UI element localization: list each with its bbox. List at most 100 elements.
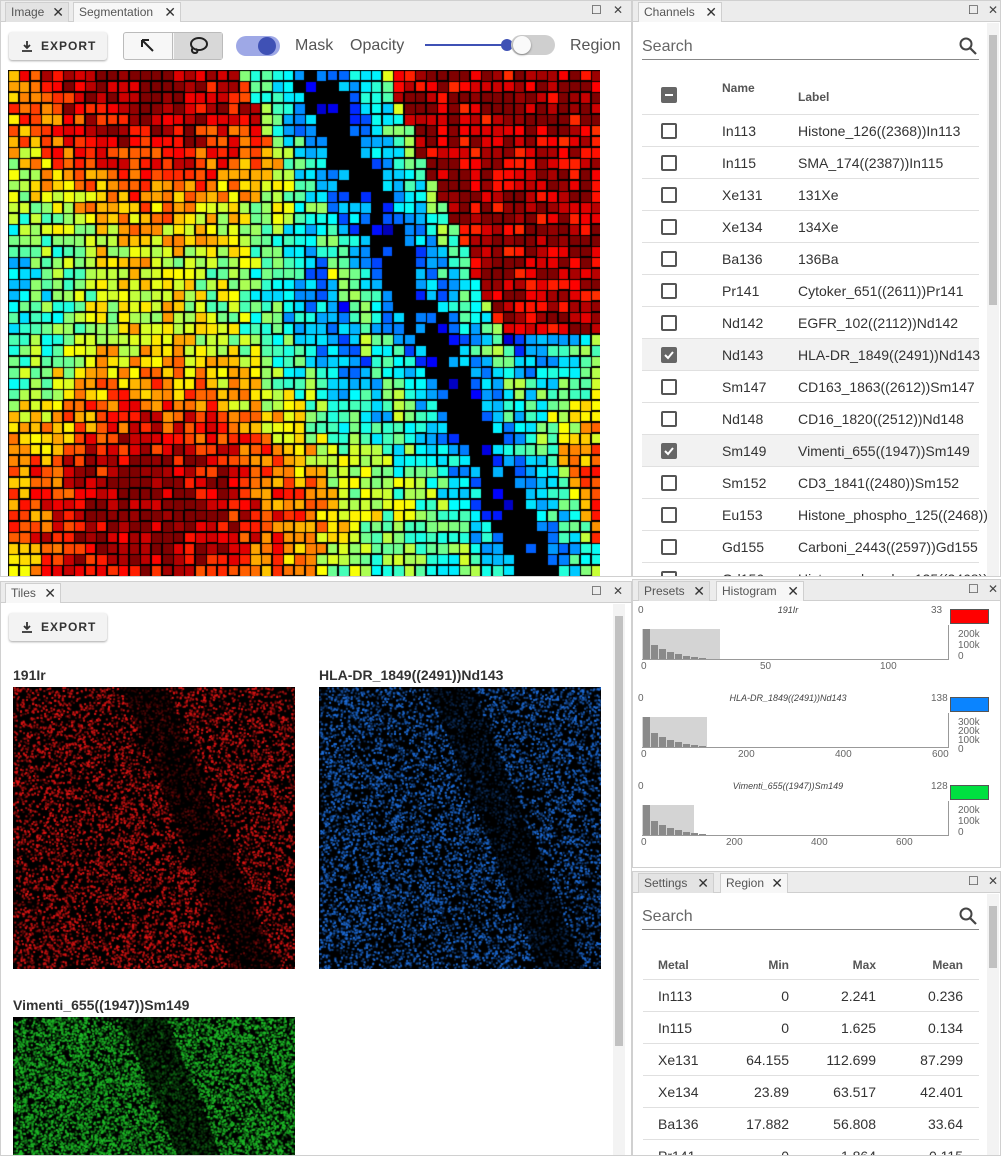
close-icon[interactable]: ✕ [988,3,998,17]
close-icon[interactable]: ✕ [771,874,783,893]
channels-scrollbar[interactable] [987,23,999,576]
histogram-color-swatch[interactable] [950,785,989,800]
close-icon[interactable]: ✕ [613,3,623,17]
histogram-xtick: 600 [896,837,913,848]
channel-checkbox[interactable] [661,315,677,331]
region-toggle[interactable] [511,35,555,55]
tiles-scroll-thumb[interactable] [615,616,623,1046]
channel-name: Sm152 [722,475,767,491]
channel-checkbox[interactable] [661,123,677,139]
tiles-scrollbar[interactable] [613,604,625,1155]
tab-histogram[interactable]: Histogram ✕ [716,581,804,601]
region-row[interactable]: In115 0 1.625 0.134 [643,1012,979,1044]
tile-image-hla-dr[interactable] [319,687,601,969]
channel-row[interactable]: Gd156 Histone_phospho_125((2468)) [642,563,988,576]
tile-image-191ir[interactable] [13,687,295,969]
close-icon[interactable]: ✕ [697,874,709,893]
tab-tiles[interactable]: Tiles ✕ [5,583,61,603]
region-scroll-thumb[interactable] [989,906,997,968]
maximize-icon[interactable]: ☐ [591,3,602,17]
opacity-slider[interactable] [425,39,513,51]
export-button[interactable]: EXPORT [9,32,107,60]
mask-toggle[interactable] [236,36,280,56]
tab-settings[interactable]: Settings ✕ [638,873,714,893]
tab-channels[interactable]: Channels ✕ [638,2,722,22]
channel-row[interactable]: In115 SMA_174((2387))In115 [642,147,979,179]
channel-row[interactable]: Pr141 Cytoker_651((2611))Pr141 [642,275,979,307]
tile-image-vimenti[interactable] [13,1017,295,1155]
channel-checkbox[interactable] [661,155,677,171]
channel-label: CD16_1820((2512))Nd148 [798,411,964,427]
region-row[interactable]: In113 0 2.241 0.236 [643,980,979,1012]
channel-row[interactable]: In113 Histone_126((2368))In113 [642,115,979,147]
histogram-color-swatch[interactable] [950,697,989,712]
maximize-icon[interactable]: ☐ [968,582,979,596]
channel-checkbox[interactable] [661,187,677,203]
select-all-checkbox[interactable] [661,87,677,103]
maximize-icon[interactable]: ☐ [968,3,979,17]
channel-checkbox[interactable] [661,219,677,235]
region-row[interactable]: Ba136 17.882 56.808 33.64 [643,1108,979,1140]
channel-checkbox[interactable] [661,507,677,523]
channels-search-input[interactable]: Search [642,34,979,60]
channel-checkbox[interactable] [661,251,677,267]
close-icon[interactable]: ✕ [787,582,799,601]
close-icon[interactable]: ✕ [164,3,176,22]
col-mean-header[interactable]: Mean [932,958,963,972]
channel-checkbox[interactable] [661,411,677,427]
channel-row[interactable]: Sm152 CD3_1841((2480))Sm152 [642,467,979,499]
histogram-bar [675,654,682,659]
maximize-icon[interactable]: ☐ [968,874,979,888]
tab-segmentation[interactable]: Segmentation ✕ [73,2,181,22]
region-row[interactable]: Pr141 0 1.864 0.115 [643,1140,979,1155]
close-icon[interactable]: ✕ [705,3,717,22]
region-row[interactable]: Xe134 23.89 63.517 42.401 [643,1076,979,1108]
channels-scroll-thumb[interactable] [989,35,997,305]
lasso-tool-button[interactable] [174,33,222,59]
channel-row[interactable]: Nd148 CD16_1820((2512))Nd148 [642,403,979,435]
channel-checkbox[interactable] [661,475,677,491]
channel-checkbox[interactable] [661,347,677,363]
maximize-icon[interactable]: ☐ [591,584,602,598]
channel-row[interactable]: Sm147 CD163_1863((2612))Sm147 [642,371,979,403]
close-icon[interactable]: ✕ [693,582,705,601]
pointer-tool-button[interactable] [124,33,173,59]
channel-row[interactable]: Nd143 HLA-DR_1849((2491))Nd143 [642,339,980,371]
col-label-header[interactable]: Label [798,90,829,104]
col-max-header[interactable]: Max [853,958,876,972]
channel-row[interactable]: Ba136 136Ba [642,243,979,275]
close-icon[interactable]: ✕ [988,582,998,596]
tab-image[interactable]: Image ✕ [5,2,69,22]
channel-row[interactable]: Nd142 EGFR_102((2112))Nd142 [642,307,979,339]
col-min-header[interactable]: Min [768,958,789,972]
channel-checkbox[interactable] [661,283,677,299]
histogram-baseline [642,835,948,836]
close-icon[interactable]: ✕ [52,3,64,22]
tiles-export-button[interactable]: EXPORT [9,613,107,641]
channel-name: Xe134 [722,219,763,235]
tab-presets[interactable]: Presets ✕ [638,581,710,601]
channel-row[interactable]: Sm149 Vimenti_655((1947))Sm149 [642,435,979,467]
channel-label: Carboni_2443((2597))Gd155 [798,539,978,555]
close-icon[interactable]: ✕ [613,584,623,598]
col-metal-header[interactable]: Metal [658,958,689,972]
col-name-header[interactable]: Name [722,81,755,95]
region-mean: 0.134 [927,1020,963,1036]
segmentation-image[interactable] [8,70,600,576]
region-row[interactable]: Xe131 64.155 112.699 87.299 [643,1044,979,1076]
channel-row[interactable]: Gd155 Carboni_2443((2597))Gd155 [642,531,979,563]
channel-checkbox[interactable] [661,539,677,555]
channel-row[interactable]: Xe134 134Xe [642,211,979,243]
channel-checkbox[interactable] [661,379,677,395]
channel-name: In115 [722,155,756,171]
histogram-color-swatch[interactable] [950,609,989,624]
close-icon[interactable]: ✕ [988,874,998,888]
channel-checkbox[interactable] [661,443,677,459]
channel-row[interactable]: Eu153 Histone_phospho_125((2468)) [642,499,988,531]
region-search-input[interactable]: Search [642,904,979,930]
tab-region[interactable]: Region ✕ [720,873,788,893]
close-icon[interactable]: ✕ [44,584,56,603]
channel-checkbox[interactable] [661,571,677,576]
region-scrollbar[interactable] [987,894,999,1155]
channel-row[interactable]: Xe131 131Xe [642,179,979,211]
